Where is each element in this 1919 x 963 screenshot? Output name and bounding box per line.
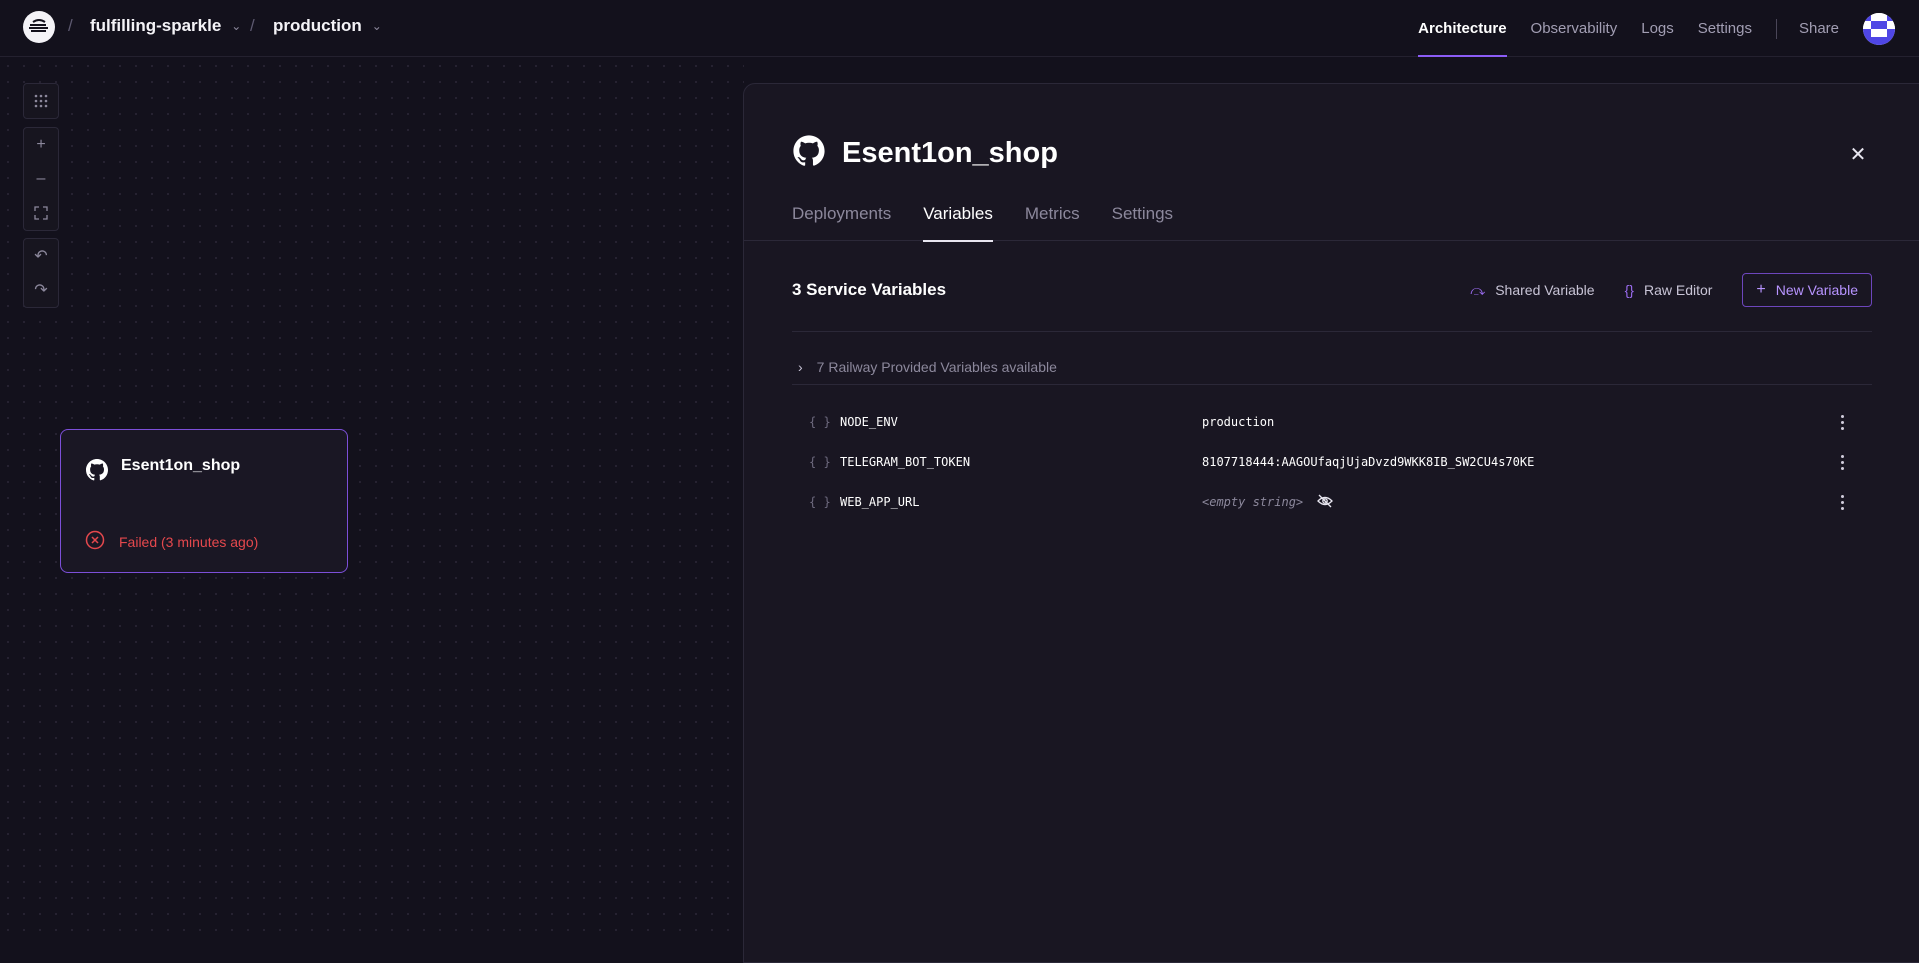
breadcrumb-separator: / [68, 16, 73, 35]
shared-variable-button[interactable]: ⤼ Shared Variable [1470, 282, 1594, 299]
panel-tabs: Deployments Variables Metrics Settings [744, 192, 1919, 242]
shared-variable-icon: ⤼ [1470, 281, 1486, 298]
variable-braces-icon: { } [809, 455, 831, 469]
shared-variable-label: Shared Variable [1495, 282, 1595, 298]
raw-editor-button[interactable]: {} Raw Editor [1625, 282, 1713, 298]
variable-value: production [1202, 415, 1275, 429]
avatar[interactable] [1863, 12, 1895, 45]
panel-title: Esent1on_shop [842, 137, 1058, 169]
nav-divider [1775, 18, 1777, 39]
variable-value-wrap: <empty string> [1202, 493, 1334, 512]
main-nav: Architecture Observability Logs Settings… [1418, 0, 1919, 57]
status-text: Failed (3 minutes ago) [119, 533, 259, 550]
new-variable-button[interactable]: + New Variable [1742, 273, 1872, 307]
chevron-down-icon: ⌄ [371, 19, 382, 33]
canvas-toolgroup-history: ↶ ↷ [23, 238, 59, 308]
more-options-icon[interactable] [1832, 412, 1852, 432]
github-icon [85, 458, 109, 487]
nav-logs[interactable]: Logs [1641, 0, 1674, 57]
tab-variables[interactable]: Variables [923, 192, 993, 242]
plus-icon: + [1756, 281, 1766, 298]
variable-row[interactable]: { } WEB_APP_URL <empty string> [792, 482, 1872, 522]
variable-key: NODE_ENV [840, 415, 898, 429]
nav-settings[interactable]: Settings [1698, 0, 1752, 57]
service-name: Esent1on_shop [121, 457, 241, 474]
nav-architecture[interactable]: Architecture [1418, 0, 1507, 57]
more-options-icon[interactable] [1832, 492, 1852, 512]
chevron-right-icon: › [798, 359, 803, 375]
divider [792, 384, 1872, 385]
canvas-toolgroup-grid [23, 83, 59, 119]
chevron-down-icon: ⌄ [231, 19, 242, 33]
variable-value: 8107718444:AAGOUfaqjUjaDvzd9WKK8IB_SW2CU… [1202, 455, 1535, 469]
project-name: fulfilling-sparkle [90, 16, 222, 35]
environment-name: production [273, 16, 362, 35]
variable-row[interactable]: { } TELEGRAM_BOT_TOKEN 8107718444:AAGOUf… [792, 442, 1872, 482]
canvas-toolgroup-zoom: + – [23, 127, 59, 231]
variables-list: { } NODE_ENV production { } TELEGRAM_BOT… [792, 402, 1872, 522]
zoom-in-icon[interactable]: + [24, 128, 58, 162]
braces-icon: {} [1624, 282, 1634, 298]
divider [792, 331, 1872, 332]
railway-logo-icon[interactable] [23, 11, 55, 43]
share-button[interactable]: Share [1799, 0, 1839, 57]
panel-header: Esent1on_shop [792, 134, 1058, 173]
breadcrumb-separator: / [250, 16, 255, 35]
more-options-icon[interactable] [1832, 452, 1852, 472]
provided-variables-label: 7 Railway Provided Variables available [816, 359, 1057, 375]
github-icon [792, 134, 826, 173]
eye-off-icon[interactable] [1317, 493, 1334, 512]
variable-key: WEB_APP_URL [840, 495, 920, 509]
variable-braces-icon: { } [809, 415, 831, 429]
architecture-canvas[interactable]: + – ↶ ↷ Esent1on_shop Failed (3 minutes … [0, 58, 744, 938]
variable-key: TELEGRAM_BOT_TOKEN [840, 455, 971, 469]
service-panel: Esent1on_shop ✕ Deployments Variables Me… [743, 83, 1919, 963]
redo-icon[interactable]: ↷ [24, 273, 58, 307]
tab-metrics[interactable]: Metrics [1025, 192, 1080, 241]
zoom-out-icon[interactable]: – [24, 162, 58, 196]
grid-icon[interactable] [24, 84, 58, 118]
variable-row[interactable]: { } NODE_ENV production [792, 402, 1872, 442]
undo-icon[interactable]: ↶ [24, 239, 58, 273]
tab-deployments[interactable]: Deployments [792, 192, 891, 241]
provided-variables-toggle[interactable]: › 7 Railway Provided Variables available [792, 348, 1872, 386]
tab-settings[interactable]: Settings [1112, 192, 1173, 241]
variable-braces-icon: { } [809, 495, 831, 509]
raw-editor-label: Raw Editor [1643, 282, 1713, 298]
variable-value: <empty string> [1202, 495, 1304, 509]
service-status: Failed (3 minutes ago) [85, 530, 258, 553]
fit-view-icon[interactable] [24, 196, 58, 230]
close-icon[interactable]: ✕ [1846, 142, 1870, 166]
project-selector[interactable]: fulfilling-sparkle ⌄ [90, 16, 241, 36]
failed-icon [85, 530, 105, 553]
variables-header: 3 Service Variables ⤼ Shared Variable {}… [792, 273, 1872, 307]
new-variable-label: New Variable [1775, 282, 1858, 298]
nav-observability[interactable]: Observability [1531, 0, 1618, 57]
variables-actions: ⤼ Shared Variable {} Raw Editor + New Va… [1470, 273, 1872, 307]
environment-selector[interactable]: production ⌄ [273, 16, 382, 36]
variables-count: 3 Service Variables [792, 280, 947, 299]
service-card[interactable]: Esent1on_shop Failed (3 minutes ago) [60, 429, 348, 573]
top-bar: / fulfilling-sparkle ⌄ / production ⌄ Ar… [0, 0, 1919, 57]
